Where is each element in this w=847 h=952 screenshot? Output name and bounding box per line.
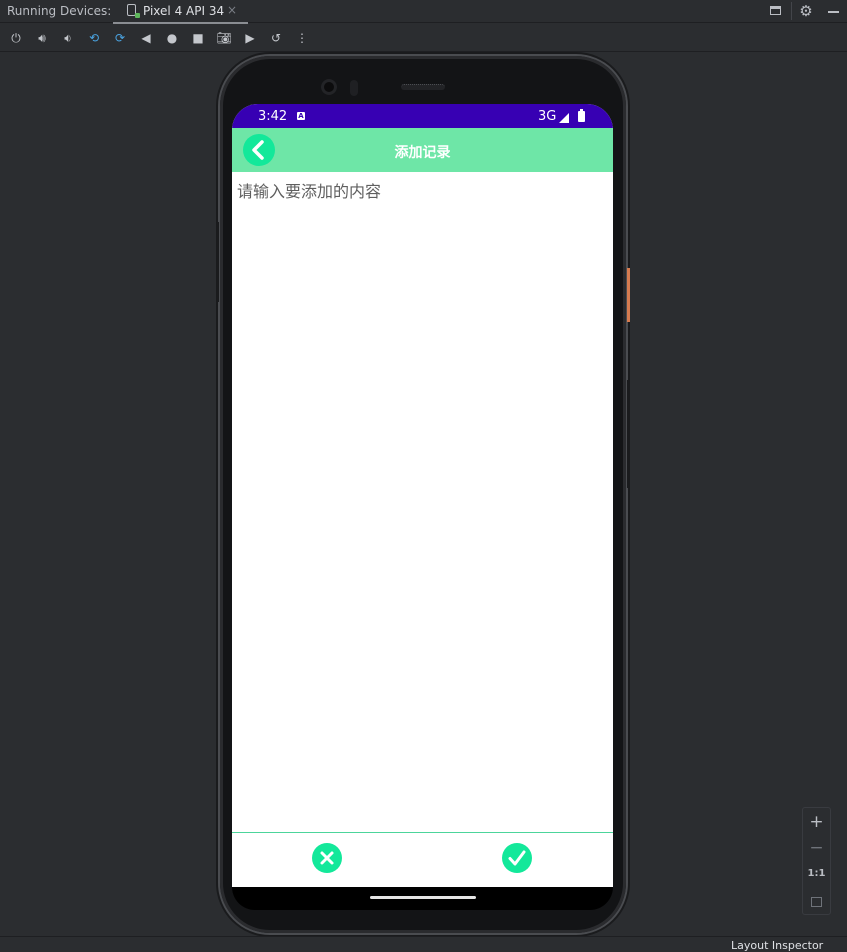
- battery-icon: [578, 109, 585, 122]
- gear-icon[interactable]: ⚙: [798, 3, 814, 19]
- front-camera: [321, 79, 337, 95]
- check-icon: [508, 850, 526, 866]
- phone-volume-button[interactable]: [627, 380, 630, 488]
- signal-icon: [559, 113, 569, 123]
- reset-icon[interactable]: ↺: [268, 30, 284, 46]
- volume-down-icon[interactable]: 🔉︎: [60, 30, 76, 46]
- device-toolbar: ⏻ 🔊︎ 🔉︎ ⟲ ⟳ ◀ ● ■ 📷︎ ▶ ↺ ⋮: [0, 25, 847, 52]
- minimize-icon[interactable]: [825, 3, 841, 19]
- device-icon: [127, 4, 140, 18]
- cancel-button[interactable]: [312, 843, 342, 873]
- confirm-button[interactable]: [502, 843, 532, 873]
- page-title: 添加记录: [394, 145, 451, 161]
- device-tab[interactable]: Pixel 4 API 34 ×: [113, 0, 248, 24]
- network-type: 3G: [538, 109, 557, 124]
- bottom-tool-strip: Layout Inspector: [0, 936, 847, 952]
- screenshot-icon[interactable]: 📷︎: [216, 30, 232, 46]
- back-icon[interactable]: ◀: [138, 30, 154, 46]
- overview-icon[interactable]: ■: [190, 30, 206, 46]
- divider: [791, 2, 792, 20]
- app-bar: 添加记录: [232, 128, 613, 172]
- android-status-bar: 3:42 A 3G: [232, 104, 613, 128]
- home-icon[interactable]: ●: [164, 30, 180, 46]
- more-icon[interactable]: ⋮: [294, 30, 310, 46]
- zoom-in-button[interactable]: +: [803, 812, 830, 832]
- screen-record-icon[interactable]: ▶: [242, 30, 258, 46]
- zoom-out-button[interactable]: −: [803, 838, 830, 858]
- zoom-controls: + − 1:1: [802, 807, 831, 915]
- layout-inspector-label[interactable]: Layout Inspector: [731, 939, 823, 952]
- earpiece-speaker: [401, 84, 445, 90]
- power-icon[interactable]: ⏻: [8, 30, 24, 46]
- volume-up-icon[interactable]: 🔊︎: [34, 30, 50, 46]
- notification-icon: A: [297, 112, 305, 120]
- tool-window-title: Running Devices:: [7, 4, 112, 18]
- close-icon: [320, 851, 334, 865]
- phone-side-button: [216, 222, 219, 302]
- status-time: 3:42: [258, 109, 288, 124]
- actual-size-button[interactable]: 1:1: [803, 868, 830, 879]
- device-screen[interactable]: 3:42 A 3G 添加记录 请输入要添加的内容: [232, 104, 613, 887]
- home-gesture-bar[interactable]: [370, 896, 476, 899]
- device-tab-label: Pixel 4 API 34: [143, 4, 225, 18]
- rotate-right-icon[interactable]: ⟳: [112, 30, 128, 46]
- proximity-sensor: [350, 80, 358, 96]
- window-options-icon[interactable]: [767, 3, 783, 19]
- bottom-action-bar: [232, 832, 613, 887]
- phone-power-button[interactable]: [627, 268, 630, 322]
- fit-screen-icon[interactable]: [803, 892, 830, 911]
- close-tab-icon[interactable]: ×: [227, 3, 237, 17]
- rotate-left-icon[interactable]: ⟲: [86, 30, 102, 46]
- content-input[interactable]: 请输入要添加的内容: [237, 178, 607, 202]
- running-devices-header: Running Devices: Pixel 4 API 34 × ⚙: [0, 0, 847, 24]
